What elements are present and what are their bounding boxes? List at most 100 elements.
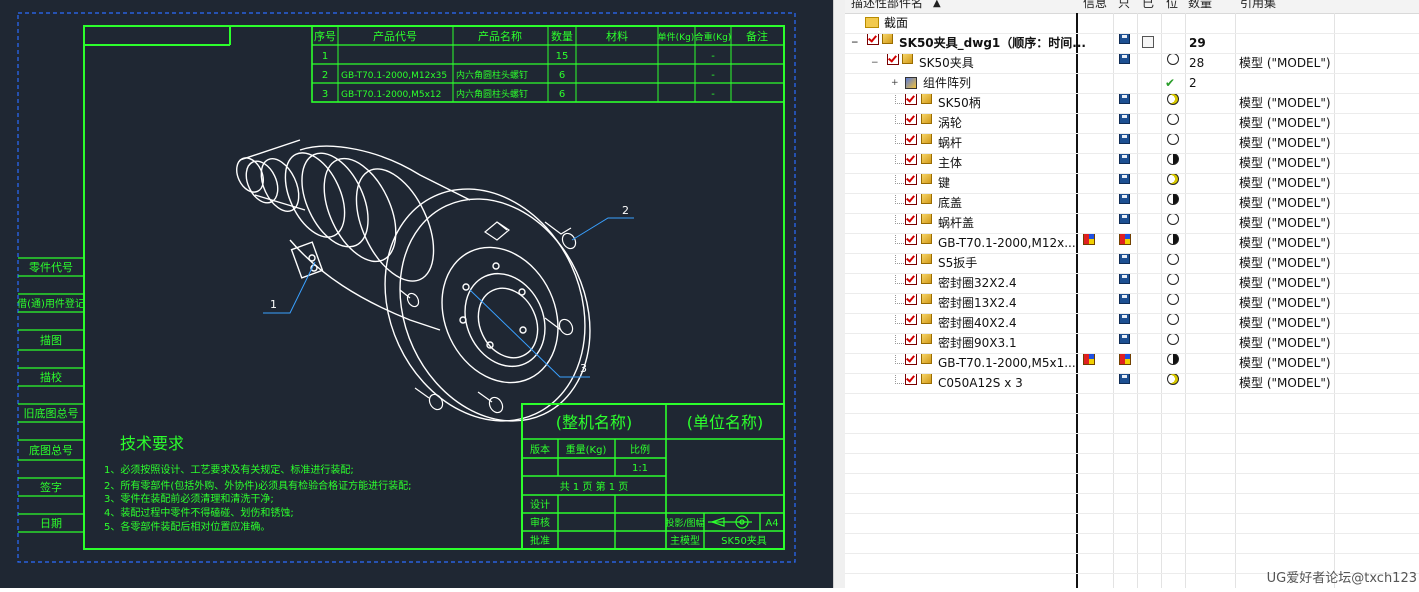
part-refset: 模型 ("MODEL"): [1239, 356, 1331, 370]
tree-row-part[interactable]: 密封圈32X2.4 模型 ("MODEL"): [845, 273, 1419, 293]
part-name: GB-T70.1-2000,M12x...: [938, 236, 1076, 250]
col-header-name[interactable]: 描述性部件名: [851, 0, 923, 11]
tb-scale-label: 比例: [630, 443, 650, 456]
checkbox-icon[interactable]: [905, 253, 917, 265]
tree-row-component-array[interactable]: + 组件阵列 ✔ 2: [845, 73, 1419, 93]
row-divider: [845, 273, 1419, 274]
tree-connector: [895, 353, 904, 364]
save-disk-icon: [1119, 293, 1130, 304]
checkbox-icon[interactable]: [905, 213, 917, 225]
checkbox-icon[interactable]: [905, 113, 917, 125]
tb-design: 设计: [530, 498, 550, 511]
tree-connector: [895, 173, 904, 184]
part-refset: 模型 ("MODEL"): [1239, 256, 1331, 270]
checkmark-icon: ✔: [1165, 76, 1176, 90]
sort-ascending-icon[interactable]: ▲: [933, 0, 941, 11]
tree-row-part[interactable]: GB-T70.1-2000,M12x... 模型 ("MODEL"): [845, 233, 1419, 253]
part-refset: 模型 ("MODEL"): [1239, 316, 1331, 330]
tree-row-part[interactable]: 主体 模型 ("MODEL"): [845, 153, 1419, 173]
part-icon: [921, 353, 932, 364]
tree-row-section[interactable]: 截面: [845, 13, 1419, 33]
part-icon: [921, 313, 932, 324]
col-header-position[interactable]: 位: [1166, 0, 1178, 11]
row-divider: [845, 93, 1419, 94]
checkbox-icon[interactable]: [905, 333, 917, 345]
save-disk-icon: [1119, 113, 1130, 124]
assembly-navigator: 描述性部件名 ▲ 信息 只 已 位 数量 引用集 截面 − SK50夹具_dwg…: [845, 0, 1419, 588]
collapse-icon[interactable]: −: [851, 33, 859, 48]
info-icon[interactable]: [1083, 353, 1095, 365]
col-header-refset[interactable]: 引用集: [1240, 0, 1276, 11]
tree-connector: [895, 193, 904, 204]
position-open-icon: [1167, 333, 1179, 345]
part-refset: 模型 ("MODEL"): [1239, 156, 1331, 170]
tree-connector: [895, 313, 904, 324]
tree-row-part[interactable]: 涡轮 模型 ("MODEL"): [845, 113, 1419, 133]
tree-row-part[interactable]: 密封圈40X2.4 模型 ("MODEL"): [845, 313, 1419, 333]
save-disk-icon: [1119, 33, 1130, 44]
tree-row-part[interactable]: SK50柄 模型 ("MODEL"): [845, 93, 1419, 113]
row-divider: [845, 133, 1419, 134]
checkbox-icon[interactable]: [905, 173, 917, 185]
part-refset: 模型 ("MODEL"): [1239, 276, 1331, 290]
expand-icon[interactable]: +: [891, 73, 899, 88]
tree-row-part[interactable]: S5扳手 模型 ("MODEL"): [845, 253, 1419, 273]
position-open-icon: [1167, 213, 1179, 225]
tree-row-part[interactable]: 键 模型 ("MODEL"): [845, 173, 1419, 193]
checkbox-icon[interactable]: [905, 93, 917, 105]
checkbox-icon[interactable]: [905, 193, 917, 205]
bom-header-cell: 产品代号: [373, 29, 417, 43]
watermark-text: UG爱好者论坛@txch123: [1266, 571, 1417, 586]
tech-line: 3、零件在装配前必须清理和清洗干净;: [104, 492, 274, 505]
assembly-refset: 模型 ("MODEL"): [1239, 56, 1331, 70]
checkbox-icon[interactable]: [905, 293, 917, 305]
tree-row-part[interactable]: 蜗杆盖 模型 ("MODEL"): [845, 213, 1419, 233]
side-label: 描图: [40, 333, 62, 347]
part-icon: [921, 173, 932, 184]
checkbox-icon[interactable]: [905, 373, 917, 385]
tree-row-part[interactable]: GB-T70.1-2000,M5x1... 模型 ("MODEL"): [845, 353, 1419, 373]
tech-line: 5、各零部件装配后相对位置应准确。: [104, 520, 270, 533]
balloon-3: 3: [580, 362, 587, 375]
checkbox-icon[interactable]: [905, 313, 917, 325]
part-refset: 模型 ("MODEL"): [1239, 376, 1331, 390]
tech-requirements-title: 技术要求: [120, 434, 184, 453]
balloon-2: 2: [622, 204, 629, 217]
checkbox-icon[interactable]: [905, 273, 917, 285]
tree-row-assembly[interactable]: − SK50夹具 28 模型 ("MODEL"): [845, 53, 1419, 73]
navigator-header: 描述性部件名 ▲ 信息 只 已 位 数量 引用集: [845, 0, 1419, 14]
drawing-sheet: 序号 产品代号 产品名称 数量 材料 单件(Kg) 合重(Kg) 备注 1 15…: [17, 12, 796, 563]
tree-row-part[interactable]: 密封圈13X2.4 模型 ("MODEL"): [845, 293, 1419, 313]
col-header-info[interactable]: 信息: [1083, 0, 1107, 11]
col-header-quantity[interactable]: 数量: [1188, 0, 1212, 11]
drawing-canvas[interactable]: 序号 产品代号 产品名称 数量 材料 单件(Kg) 合重(Kg) 备注 1 15…: [0, 0, 833, 588]
root-name: SK50夹具_dwg1（顺序：时间...: [899, 36, 1086, 50]
tree-row-part[interactable]: 密封圈90X3.1 模型 ("MODEL"): [845, 333, 1419, 353]
tree-connector: [895, 133, 904, 144]
col-header-modified[interactable]: 已: [1142, 0, 1154, 11]
tb-sheet-info: 共 1 页 第 1 页: [560, 480, 629, 493]
projection-symbol-icon: [708, 515, 752, 529]
info-icon[interactable]: [1083, 233, 1095, 245]
checkbox-icon[interactable]: [905, 353, 917, 365]
col-header-readonly[interactable]: 只: [1118, 0, 1130, 11]
checkbox-icon[interactable]: [905, 153, 917, 165]
assembly-name: SK50夹具: [919, 56, 974, 70]
tree-row-part[interactable]: 蜗杆 模型 ("MODEL"): [845, 133, 1419, 153]
checkbox-icon[interactable]: [887, 53, 899, 65]
attribute-icon: [1119, 233, 1131, 245]
unit-name: (单位名称): [687, 413, 764, 432]
checkbox-icon[interactable]: [905, 133, 917, 145]
part-icon: [921, 133, 932, 144]
bom-cell: 内六角圆柱头螺钉: [456, 88, 528, 100]
tree-row-part[interactable]: C050A12S x 3 模型 ("MODEL"): [845, 373, 1419, 393]
assembly-icon: [882, 33, 893, 44]
tree-row-part[interactable]: 底盖 模型 ("MODEL"): [845, 193, 1419, 213]
component-array-icon: [905, 77, 917, 89]
checkbox-icon[interactable]: [905, 233, 917, 245]
row-divider: [845, 173, 1419, 174]
checkbox-icon[interactable]: [867, 33, 879, 45]
collapse-icon[interactable]: −: [871, 53, 879, 68]
tree-row-root[interactable]: − SK50夹具_dwg1（顺序：时间... 29: [845, 33, 1419, 53]
row-divider: [845, 293, 1419, 294]
